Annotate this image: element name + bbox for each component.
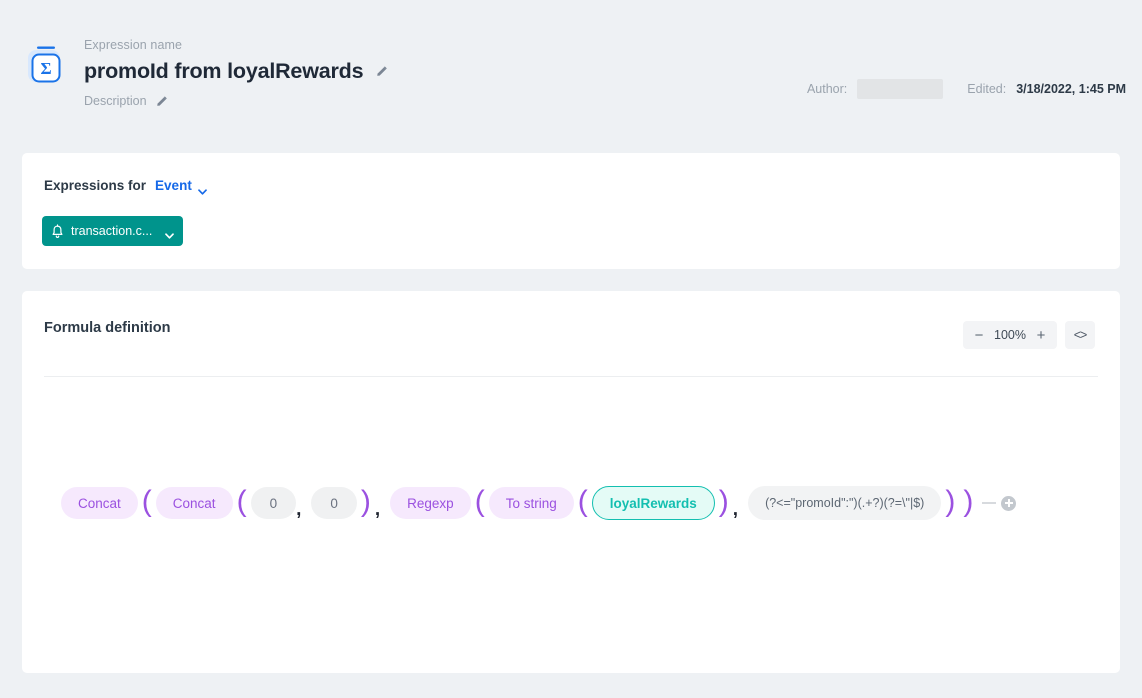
event-source-pill-label: transaction.c...: [71, 224, 152, 238]
formula-definition-card: Formula definition − 100% + <> Concat(Co…: [22, 291, 1120, 673]
sigma-expression-icon: Σ: [24, 42, 64, 84]
code-view-button[interactable]: <>: [1065, 321, 1095, 349]
header-text-block: Expression name promoId from loyalReward…: [84, 38, 388, 108]
expression-comma: ,: [733, 500, 741, 519]
bell-icon: [51, 224, 64, 239]
formula-divider: [44, 376, 1098, 377]
zoom-control-group: − 100% +: [963, 321, 1057, 349]
expression-function-node[interactable]: Regexp: [390, 487, 471, 519]
title-row: promoId from loyalRewards: [84, 58, 388, 84]
expression-string-node[interactable]: (?<="promoId":")(.+?)(?=\"|$): [748, 486, 941, 520]
edited-label: Edited:: [967, 82, 1006, 96]
zoom-out-button[interactable]: −: [967, 322, 991, 348]
title-edit-pencil-icon[interactable]: [375, 65, 388, 78]
expression-paren: ): [715, 487, 733, 517]
formula-toolbar: − 100% + <>: [963, 321, 1095, 349]
expression-paren: ): [959, 487, 977, 517]
event-type-select-value: Event: [155, 178, 192, 193]
expression-comma: ,: [375, 500, 383, 519]
expression-canvas: Concat(Concat(0,0),Regexp(To string(loya…: [22, 486, 1120, 520]
expression-number-node[interactable]: 0: [311, 487, 357, 519]
svg-text:Σ: Σ: [40, 59, 51, 78]
event-source-pill[interactable]: transaction.c...: [42, 216, 183, 246]
expression-function-node[interactable]: To string: [489, 487, 574, 519]
event-type-select[interactable]: Event: [155, 178, 207, 193]
header-meta: Author: Edited: 3/18/2022, 1:45 PM: [807, 79, 1126, 99]
expression-paren: ): [941, 487, 959, 517]
expression-paren: (: [233, 487, 251, 517]
author-label: Author:: [807, 82, 847, 96]
description-label: Description: [84, 94, 147, 108]
add-node-button[interactable]: [1001, 496, 1016, 511]
page-header: Σ Expression name promoId from loyalRewa…: [0, 0, 1142, 130]
expression-variable-node[interactable]: loyalRewards: [592, 486, 715, 520]
expression-function-node[interactable]: Concat: [156, 487, 233, 519]
expression-comma: ,: [296, 500, 304, 519]
expression-paren: ): [357, 487, 375, 517]
expression-paren: (: [471, 487, 489, 517]
expressions-for-row: Expressions for Event: [44, 178, 207, 193]
expressions-for-label: Expressions for: [44, 178, 146, 193]
author-value-redacted: [857, 79, 943, 99]
expression-paren: (: [138, 487, 156, 517]
formula-definition-title: Formula definition: [44, 320, 170, 336]
expression-paren: (: [574, 487, 592, 517]
expression-connector-line: [982, 502, 996, 504]
zoom-level-value: 100%: [991, 328, 1029, 342]
description-edit-pencil-icon[interactable]: [155, 95, 168, 108]
description-row: Description: [84, 94, 388, 108]
expression-number-node[interactable]: 0: [251, 487, 297, 519]
page-title: promoId from loyalRewards: [84, 58, 363, 84]
chevron-down-icon: [198, 183, 207, 189]
expression-function-node[interactable]: Concat: [61, 487, 138, 519]
zoom-in-button[interactable]: +: [1029, 322, 1053, 348]
expression-name-label: Expression name: [84, 38, 388, 52]
expressions-card: Expressions for Event: [22, 153, 1120, 269]
expression-editor-page: Σ Expression name promoId from loyalRewa…: [0, 0, 1142, 698]
edited-value: 3/18/2022, 1:45 PM: [1016, 82, 1126, 96]
chevron-down-icon: [165, 228, 174, 234]
